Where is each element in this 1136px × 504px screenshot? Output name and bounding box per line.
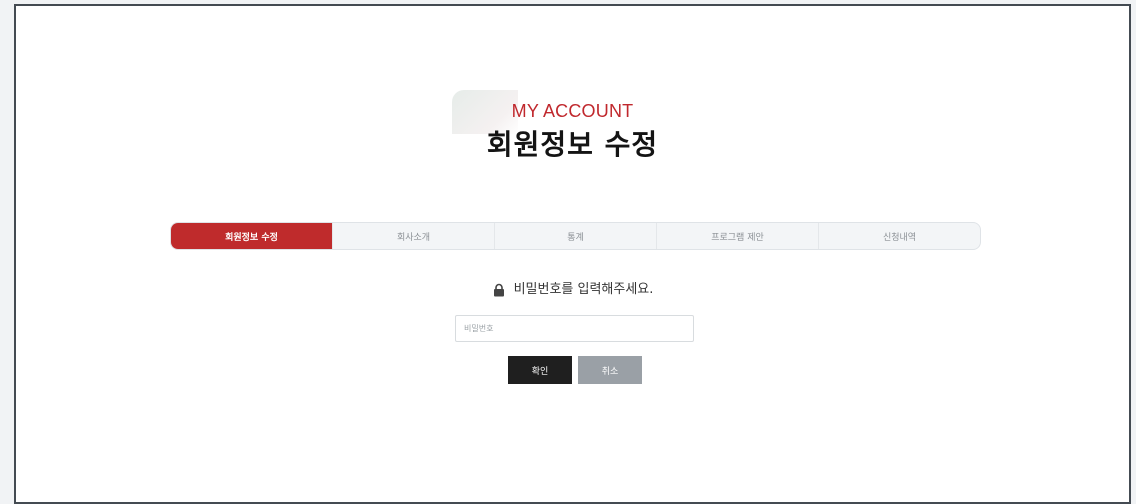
tab-statistics[interactable]: 통계 [494,223,656,249]
password-prompt-text: 비밀번호를 입력해주세요. [513,282,654,297]
password-prompt: 비밀번호를 입력해주세요. [16,282,1129,298]
tab-member-info[interactable]: 회원정보 수정 [171,223,332,249]
confirm-button[interactable]: 확인 [508,356,572,384]
tab-program-proposal[interactable]: 프로그램 제안 [656,223,818,249]
lock-icon [492,283,506,297]
tab-company-intro[interactable]: 회사소개 [332,223,494,249]
cancel-button[interactable]: 취소 [578,356,642,384]
page-eyebrow: MY ACCOUNT [511,101,634,121]
account-tabs: 회원정보 수정 회사소개 통계 프로그램 제안 신청내역 [170,222,981,250]
page-header: MY ACCOUNT 회원정보 수정 [16,92,1129,164]
page-container: MY ACCOUNT 회원정보 수정 회원정보 수정 회사소개 통계 프로그램 … [14,4,1131,504]
password-input[interactable] [455,315,694,342]
page-title: 회원정보 수정 [486,128,659,161]
tab-application-history[interactable]: 신청내역 [818,223,980,249]
